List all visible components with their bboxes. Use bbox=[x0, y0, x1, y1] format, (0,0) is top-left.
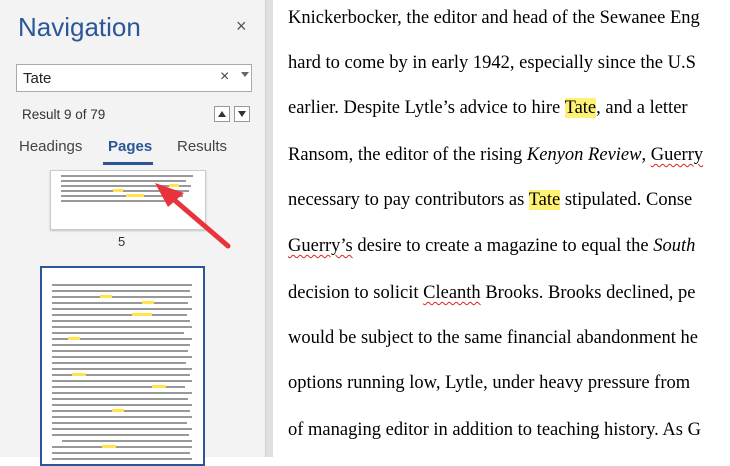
next-result-button[interactable] bbox=[234, 106, 250, 122]
tab-pages[interactable]: Pages bbox=[108, 138, 152, 155]
italic-title: South bbox=[653, 236, 696, 256]
text-run: necessary to pay contributors as bbox=[288, 190, 529, 210]
thumbnail-text-line bbox=[61, 175, 193, 177]
thumbnail-highlight bbox=[126, 194, 144, 197]
thumbnail-text-line bbox=[52, 380, 192, 382]
thumbnail-text-line bbox=[52, 404, 192, 406]
tab-headings[interactable]: Headings bbox=[19, 138, 82, 155]
text-run: Knickerbocker, the editor and head of th… bbox=[288, 8, 700, 28]
document-line: decision to solicit Cleanth Brooks. Broo… bbox=[288, 283, 695, 304]
thumbnail-text-line bbox=[52, 416, 192, 418]
thumbnail-highlight bbox=[100, 295, 112, 298]
document-line: Guerry’s desire to create a magazine to … bbox=[288, 236, 695, 257]
thumbnail-text-line bbox=[52, 458, 192, 460]
thumbnail-highlight bbox=[142, 301, 154, 304]
thumbnail-highlight bbox=[152, 385, 166, 388]
document-line: Knickerbocker, the editor and head of th… bbox=[288, 8, 700, 29]
navigation-pane: Navigation × × Result 9 of 79 Headings P… bbox=[0, 0, 265, 466]
thumbnail-highlight bbox=[102, 445, 116, 448]
document-line: necessary to pay contributors as Tate st… bbox=[288, 190, 692, 211]
thumbnail-text-line bbox=[52, 368, 192, 370]
page-thumbnail-5[interactable] bbox=[50, 170, 206, 230]
thumbnail-text-line bbox=[52, 308, 192, 310]
document-line: hard to come by in early 1942, especiall… bbox=[288, 53, 696, 74]
thumbnail-text-line bbox=[52, 326, 192, 328]
thumbnail-text-line bbox=[52, 434, 189, 436]
thumbnail-text-line bbox=[52, 362, 186, 364]
thumbnail-highlight bbox=[68, 337, 80, 340]
thumbnail-text-line bbox=[52, 452, 190, 454]
thumbnail-text-line bbox=[52, 422, 187, 424]
text-run: Ransom, the editor of the rising bbox=[288, 145, 527, 165]
thumbnail-text-line bbox=[61, 190, 189, 192]
text-run: of managing editor in addition to teachi… bbox=[288, 420, 701, 440]
text-run: Brooks. Brooks declined, pe bbox=[480, 283, 696, 303]
text-run: stipulated. Conse bbox=[560, 190, 693, 210]
thumbnail-highlight bbox=[113, 189, 123, 192]
thumbnail-text-line bbox=[52, 392, 192, 394]
page-thumbnail-6[interactable] bbox=[40, 266, 205, 466]
text-run: earlier. Despite Lytle’s advice to hire bbox=[288, 98, 565, 118]
spelling-flag[interactable]: Cleanth bbox=[423, 283, 481, 303]
close-icon[interactable]: × bbox=[236, 16, 247, 37]
document-body: Knickerbocker, the editor and head of th… bbox=[273, 0, 730, 457]
down-arrow-icon bbox=[238, 111, 246, 117]
thumbnail-text-line bbox=[52, 398, 188, 400]
thumbnail-text-line bbox=[61, 200, 176, 202]
text-run: desire to create a magazine to equal the bbox=[352, 236, 654, 256]
clear-search-icon[interactable]: × bbox=[220, 68, 229, 86]
thumbnail-text-line bbox=[52, 296, 192, 298]
thumbnail-text-line bbox=[52, 344, 190, 346]
search-input[interactable] bbox=[17, 65, 219, 91]
navigation-title: Navigation bbox=[18, 12, 141, 42]
thumbnail-text-line bbox=[52, 356, 192, 358]
dropdown-icon[interactable] bbox=[241, 72, 249, 77]
thumbnail-text-line bbox=[52, 320, 190, 322]
text-run: decision to solicit bbox=[288, 283, 424, 303]
document-line: would be subject to the same financial a… bbox=[288, 328, 698, 349]
thumbnail-text-line bbox=[52, 350, 188, 352]
text-run: hard to come by in early 1942, especiall… bbox=[288, 53, 696, 73]
thumbnail-text-line bbox=[61, 195, 183, 197]
thumbnail-text-line bbox=[61, 180, 186, 182]
text-run: , bbox=[641, 145, 651, 165]
document-line: Ransom, the editor of the rising Kenyon … bbox=[288, 145, 703, 166]
text-run: options running low, Lytle, under heavy … bbox=[288, 373, 691, 393]
thumbnail-text-line bbox=[52, 284, 192, 286]
thumbnail-text-line bbox=[52, 302, 188, 304]
up-arrow-icon bbox=[218, 111, 226, 117]
thumbnail-highlight bbox=[169, 184, 179, 187]
thumbnail-highlight bbox=[132, 313, 152, 316]
thumbnail-text-line bbox=[52, 446, 192, 448]
document-line: of managing editor in addition to teachi… bbox=[288, 420, 701, 441]
document-line: earlier. Despite Lytle’s advice to hire … bbox=[288, 98, 688, 119]
previous-result-button[interactable] bbox=[214, 106, 230, 122]
search-highlight: Tate bbox=[564, 98, 597, 118]
spelling-flag[interactable]: Guerry bbox=[651, 145, 703, 165]
italic-title: Kenyon Review bbox=[526, 145, 642, 165]
search-highlight: Tate bbox=[528, 190, 561, 210]
document-line: options running low, Lytle, under heavy … bbox=[288, 373, 690, 394]
thumbnail-text-line bbox=[62, 440, 192, 442]
spelling-flag[interactable]: Guerry’s bbox=[288, 236, 353, 256]
tab-results[interactable]: Results bbox=[177, 138, 227, 155]
thumbnail-text-line bbox=[52, 428, 192, 430]
thumbnail-text-line bbox=[52, 332, 184, 334]
page-number-label: 5 bbox=[118, 234, 126, 249]
search-box: × bbox=[16, 64, 252, 92]
active-tab-indicator bbox=[103, 162, 153, 165]
thumbnail-text-line bbox=[52, 314, 187, 316]
result-count: Result 9 of 79 bbox=[22, 107, 106, 122]
text-run: , and a letter bbox=[596, 98, 688, 118]
text-run: would be subject to the same financial a… bbox=[288, 328, 698, 348]
pane-splitter[interactable] bbox=[265, 0, 273, 457]
thumbnail-highlight bbox=[72, 373, 86, 376]
thumbnail-text-line bbox=[52, 290, 190, 292]
thumbnail-highlight bbox=[112, 409, 124, 412]
